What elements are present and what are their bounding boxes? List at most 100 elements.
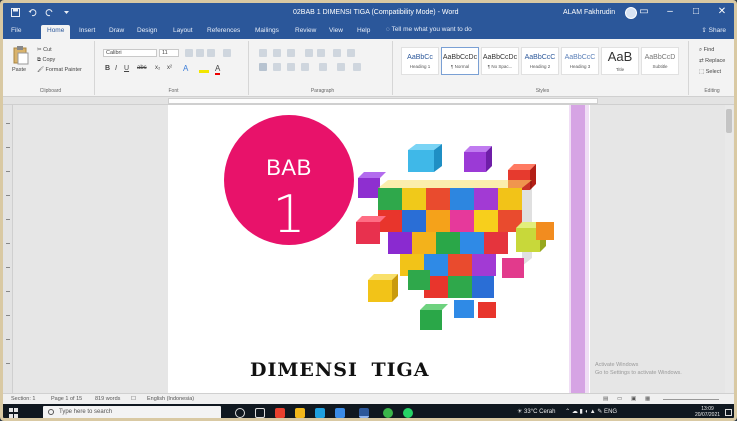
- customize-toolbar-icon[interactable]: [62, 8, 71, 17]
- print-layout-icon[interactable]: ▣: [631, 396, 636, 402]
- tab-help[interactable]: Help: [357, 27, 370, 34]
- weather-icon[interactable]: ☀: [517, 409, 524, 415]
- maximize-icon[interactable]: □: [690, 6, 702, 17]
- numbering-icon[interactable]: [273, 49, 281, 57]
- borders-icon[interactable]: [353, 63, 361, 71]
- grow-font-icon[interactable]: [185, 49, 193, 57]
- style-normal[interactable]: AaBbCcDc ¶ Normal: [441, 47, 479, 75]
- cortana-icon[interactable]: [235, 408, 245, 418]
- italic-icon[interactable]: I: [115, 65, 117, 72]
- read-mode-icon[interactable]: ▭: [617, 396, 622, 402]
- file-explorer-icon[interactable]: [295, 408, 305, 418]
- bold-icon[interactable]: B: [105, 65, 110, 72]
- windows-start-icon[interactable]: [9, 408, 19, 418]
- close-icon[interactable]: ✕: [716, 6, 728, 17]
- tab-design[interactable]: Design: [137, 27, 157, 34]
- taskbar-clock[interactable]: 13:09 20/07/2021: [695, 406, 720, 418]
- user-avatar[interactable]: [625, 7, 637, 19]
- change-case-icon[interactable]: [207, 49, 215, 57]
- redo-icon[interactable]: [45, 8, 54, 17]
- language-indicator[interactable]: English (Indonesia): [147, 396, 194, 402]
- web-layout-icon[interactable]: ▦: [645, 396, 650, 402]
- show-marks-icon[interactable]: [347, 49, 355, 57]
- focus-mode-icon[interactable]: ▤: [603, 396, 608, 402]
- taskbar-search-box[interactable]: Type here to search: [43, 406, 221, 418]
- select-button[interactable]: ⬚ Select: [699, 69, 721, 75]
- superscript-icon[interactable]: x²: [167, 65, 172, 71]
- proofing-icon[interactable]: ☐: [131, 396, 136, 402]
- tab-view[interactable]: View: [329, 27, 343, 34]
- vertical-ruler[interactable]: [3, 105, 13, 393]
- multilevel-list-icon[interactable]: [287, 49, 295, 57]
- font-size-box[interactable]: 11: [159, 49, 179, 57]
- shrink-font-icon[interactable]: [196, 49, 204, 57]
- strikethrough-icon[interactable]: abc: [137, 65, 147, 71]
- colorful-cubes-illustration[interactable]: [348, 140, 563, 340]
- sort-icon[interactable]: [333, 49, 341, 57]
- status-bar: Section: 1 Page 1 of 15 819 words ☐ Engl…: [3, 393, 734, 404]
- section-indicator[interactable]: Section: 1: [11, 396, 35, 402]
- tray-icons[interactable]: ⌃ ☁ ▮ ◖ ▲ ✎ ENG: [565, 409, 617, 415]
- app-icon[interactable]: [275, 408, 285, 418]
- word-count[interactable]: 819 words: [95, 396, 120, 402]
- underline-icon[interactable]: U: [124, 65, 129, 72]
- tab-references[interactable]: References: [207, 27, 240, 34]
- tab-file[interactable]: File: [11, 27, 21, 34]
- clear-formatting-icon[interactable]: [223, 49, 231, 57]
- align-right-icon[interactable]: [287, 63, 295, 71]
- increase-indent-icon[interactable]: [317, 49, 325, 57]
- store-icon[interactable]: [335, 408, 345, 418]
- tab-draw[interactable]: Draw: [109, 27, 124, 34]
- tab-review[interactable]: Review: [295, 27, 316, 34]
- bullets-icon[interactable]: [259, 49, 267, 57]
- share-button[interactable]: ⇪ Share: [701, 26, 726, 34]
- ribbon-display-options-icon[interactable]: ▭: [638, 6, 650, 17]
- align-center-icon[interactable]: [273, 63, 281, 71]
- zoom-slider[interactable]: [663, 399, 719, 400]
- shading-icon[interactable]: [337, 63, 345, 71]
- user-name[interactable]: ALAM Fakhrudin: [563, 9, 615, 16]
- style-subtitle[interactable]: AaBbCcD Subtitle: [641, 47, 679, 75]
- align-left-icon[interactable]: [259, 63, 267, 71]
- save-icon[interactable]: [11, 8, 20, 17]
- undo-icon[interactable]: [28, 8, 37, 17]
- task-view-icon[interactable]: [255, 408, 265, 418]
- style-title[interactable]: AaB Title: [601, 47, 639, 75]
- edge-icon[interactable]: [315, 408, 325, 418]
- weather-text[interactable]: 33°C Cerah: [524, 409, 555, 415]
- vertical-scrollbar[interactable]: [725, 105, 733, 393]
- minimize-icon[interactable]: –: [664, 6, 676, 17]
- format-painter-button[interactable]: 🖌︎ Format Painter: [37, 67, 82, 73]
- style-heading-2[interactable]: AaBbCcC Heading 2: [521, 47, 559, 75]
- tab-home[interactable]: Home: [41, 25, 71, 39]
- cut-button[interactable]: ✂ Cut: [37, 47, 52, 53]
- subscript-icon[interactable]: x₂: [155, 65, 160, 71]
- highlight-icon[interactable]: [199, 63, 209, 73]
- horizontal-ruler[interactable]: [3, 97, 734, 105]
- paste-label[interactable]: Paste: [12, 67, 26, 73]
- justify-icon[interactable]: [301, 63, 309, 71]
- copy-button[interactable]: ⧉ Copy: [37, 57, 55, 64]
- tab-mailings[interactable]: Mailings: [255, 27, 279, 34]
- style-heading-1[interactable]: AaBbCc Heading 1: [401, 47, 439, 75]
- style-heading-3[interactable]: AaBbCcC Heading 3: [561, 47, 599, 75]
- decrease-indent-icon[interactable]: [305, 49, 313, 57]
- tab-insert[interactable]: Insert: [79, 27, 95, 34]
- chrome-icon[interactable]: [383, 408, 393, 418]
- notifications-icon[interactable]: [725, 409, 732, 416]
- whatsapp-icon[interactable]: [403, 408, 413, 418]
- line-spacing-icon[interactable]: [319, 63, 327, 71]
- paste-icon[interactable]: [13, 45, 29, 65]
- font-name-box[interactable]: Calibri: [103, 49, 157, 57]
- find-button[interactable]: ⌕ Find: [699, 47, 714, 54]
- page-indicator[interactable]: Page 1 of 15: [51, 396, 82, 402]
- tab-layout[interactable]: Layout: [173, 27, 193, 34]
- text-effects-icon[interactable]: A: [183, 64, 188, 73]
- word-icon[interactable]: [359, 408, 369, 418]
- replace-button[interactable]: ⇄ Replace: [699, 58, 725, 64]
- tell-me-search[interactable]: ◌ Tell me what you want to do: [386, 26, 472, 33]
- style-no-spacing[interactable]: AaBbCcDc ¶ No Spac...: [481, 47, 519, 75]
- scrollbar-thumb[interactable]: [726, 109, 732, 133]
- document-page[interactable]: BAB 1 DIMENSI TIGA: [168, 105, 590, 393]
- font-color-icon[interactable]: A: [215, 64, 221, 75]
